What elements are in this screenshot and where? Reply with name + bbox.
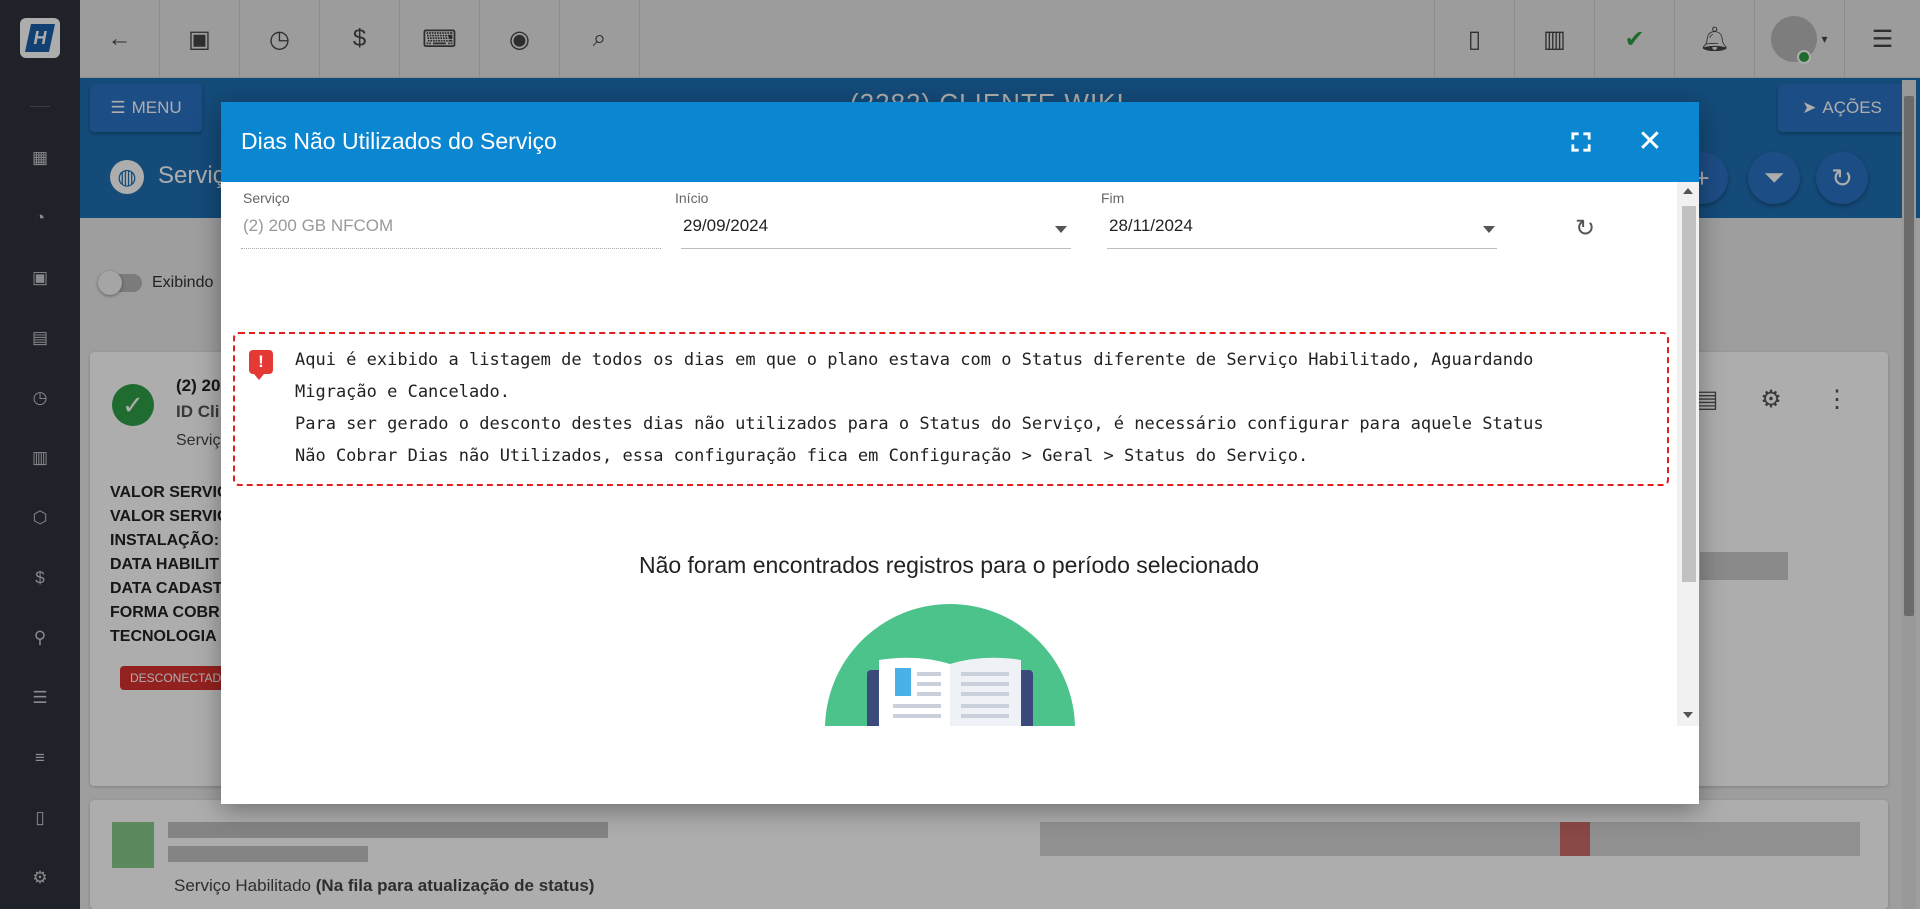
service-field: (2) 200 GB NFCOM [243, 216, 394, 235]
refresh-icon: ↻ [1574, 214, 1596, 242]
alert-line: Não Cobrar Dias não Utilizados, essa con… [295, 446, 1309, 466]
modal-body: Serviço (2) 200 GB NFCOM Início 29/09/20… [221, 182, 1699, 726]
start-date-underline [681, 248, 1071, 249]
empty-book-illustration [825, 604, 1075, 726]
close-icon: ✕ [1637, 124, 1663, 158]
unused-days-modal: Dias Não Utilizados do Serviço ✕ Serviço… [221, 102, 1699, 804]
alert-exclamation-icon: ! [249, 350, 273, 380]
alert-line: Migração e Cancelado. [295, 382, 510, 402]
end-date-select[interactable]: 28/11/2024 [1109, 216, 1193, 236]
start-date-select[interactable]: 29/09/2024 [683, 216, 768, 236]
start-date-dropdown-icon[interactable] [1055, 226, 1067, 233]
modal-title: Dias Não Utilizados do Serviço [241, 128, 557, 154]
end-date-label: Fim [1101, 190, 1125, 206]
empty-state-message: Não foram encontrados registros para o p… [638, 552, 1260, 578]
modal-scrollbar-thumb[interactable] [1682, 206, 1696, 582]
service-field-label: Serviço [243, 190, 290, 206]
scroll-up-icon[interactable] [1683, 188, 1693, 194]
refresh-button[interactable]: ↻ [1571, 214, 1599, 242]
service-field-underline [241, 248, 661, 249]
alert-line: Aqui é exibido a listagem de todos os di… [295, 350, 1534, 370]
alert-line: Para ser gerado o desconto destes dias n… [295, 414, 1544, 434]
end-date-dropdown-icon[interactable] [1483, 226, 1495, 233]
close-button[interactable]: ✕ [1635, 124, 1665, 158]
fullscreen-button[interactable] [1567, 128, 1595, 156]
start-date-label: Início [675, 190, 709, 206]
info-alert: ! Aqui é exibido a listagem de todos os … [233, 332, 1669, 486]
scroll-down-icon[interactable] [1683, 712, 1693, 718]
fullscreen-icon [1571, 132, 1591, 152]
end-date-underline [1107, 248, 1497, 249]
modal-header: Dias Não Utilizados do Serviço ✕ [221, 102, 1699, 182]
